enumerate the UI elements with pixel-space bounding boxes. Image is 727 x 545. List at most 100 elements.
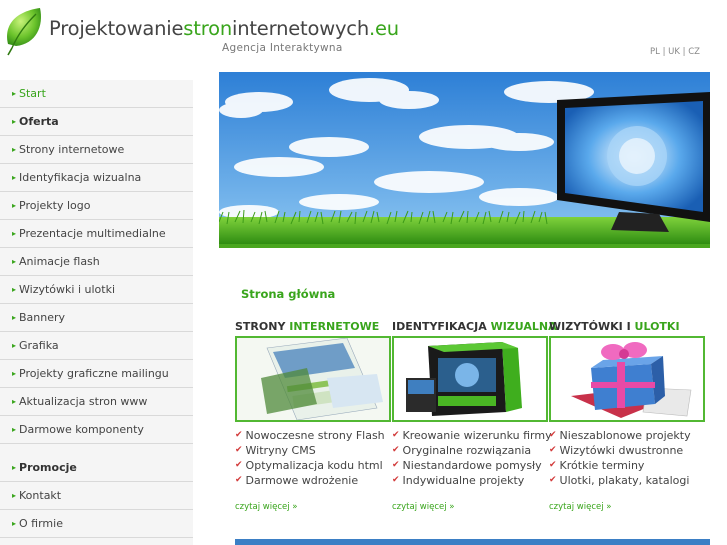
- list-item: ✔ Optymalizacja kodu html: [235, 458, 391, 473]
- checkmark-icon: ✔: [549, 475, 557, 485]
- sidebar-item-label: Oferta: [19, 115, 59, 128]
- triangle-bullet-icon: ▸: [12, 341, 17, 350]
- logo-part-4: .eu: [368, 17, 399, 40]
- sidebar-item-prezentacje-multimedialne[interactable]: ▸ Prezentacje multimedialne: [0, 220, 193, 248]
- sidebar-item-projekty-logo[interactable]: ▸ Projekty logo: [0, 192, 193, 220]
- list-item-text: Nowoczesne strony Flash: [245, 429, 385, 442]
- list-item: ✔ Oryginalne rozwiązania: [392, 443, 548, 458]
- checkmark-icon: ✔: [235, 460, 243, 470]
- list-item: ✔ Indywidualne projekty: [392, 473, 548, 488]
- list-item: ✔ Ulotki, plakaty, katalogi: [549, 473, 705, 488]
- triangle-bullet-icon: ▸: [12, 173, 17, 182]
- list-item: ✔ Nowoczesne strony Flash: [235, 428, 391, 443]
- triangle-bullet-icon: ▸: [12, 285, 17, 294]
- logo-part-3: internetowych: [231, 17, 369, 40]
- list-item-text: Niestandardowe pomysły: [402, 459, 542, 472]
- bottom-banner-strip: [235, 539, 710, 545]
- triangle-bullet-icon: ▸: [12, 491, 17, 500]
- page-title: Strona główna: [241, 287, 336, 301]
- sidebar-item-label: Projekty graficzne mailingu: [19, 367, 169, 380]
- sidebar-item-promocje[interactable]: ▸ Promocje: [0, 454, 193, 482]
- read-more-link[interactable]: czytaj więcej »: [235, 502, 297, 512]
- sidebar-item-label: Wizytówki i ulotki: [19, 283, 116, 296]
- read-more-link[interactable]: czytaj więcej »: [392, 502, 454, 512]
- sidebar-item-label: Darmowe komponenty: [19, 423, 144, 436]
- column-heading[interactable]: WIZYTÓWKI I ULOTKI: [549, 320, 705, 335]
- list-item: ✔ Krótkie terminy: [549, 458, 705, 473]
- sidebar-item-label: Aktualizacja stron www: [19, 395, 148, 408]
- sidebar-item-start[interactable]: ▸ Start: [0, 80, 193, 108]
- read-more-link[interactable]: czytaj więcej »: [549, 502, 611, 512]
- sidebar-item-kontakt[interactable]: ▸ Kontakt: [0, 482, 193, 510]
- checkmark-icon: ✔: [549, 430, 557, 440]
- triangle-bullet-icon: ▸: [12, 519, 17, 528]
- triangle-bullet-icon: ▸: [12, 229, 17, 238]
- heading-part-accent: ULOTKI: [634, 320, 680, 333]
- site-logo-text[interactable]: Projektowaniestroninternetowych.eu: [49, 17, 399, 40]
- triangle-bullet-icon: ▸: [12, 89, 17, 98]
- list-item-text: Krótkie terminy: [559, 459, 645, 472]
- list-item-text: Optymalizacja kodu html: [245, 459, 383, 472]
- heading-part: STRONY: [235, 320, 290, 333]
- list-item-text: Darmowe wdrożenie: [245, 474, 359, 487]
- logo-part-2: stron: [183, 17, 232, 40]
- list-item-text: Ulotki, plakaty, katalogi: [559, 474, 690, 487]
- list-item-text: Wizytówki dwustronne: [559, 444, 684, 457]
- sidebar-item-label: Promocje: [19, 461, 77, 474]
- list-item: ✔ Niestandardowe pomysły: [392, 458, 548, 473]
- column-heading[interactable]: STRONY INTERNETOWE: [235, 320, 391, 335]
- sidebar-item-o-firmie[interactable]: ▸ O firmie: [0, 510, 193, 538]
- sidebar-item-label: Start: [19, 87, 46, 100]
- column-strony-internetowe: STRONY INTERNETOWE ✔ Nowoczesne strony Fl…: [235, 320, 391, 488]
- sidebar-nav: ▸ Start ▸ Oferta ▸ Strony internetowe ▸ Iden…: [0, 80, 193, 545]
- sidebar-item-bannery[interactable]: ▸ Bannery: [0, 304, 193, 332]
- lang-separator: |: [659, 47, 669, 57]
- hero-banner: [219, 72, 710, 244]
- lang-uk[interactable]: UK: [668, 47, 680, 57]
- lang-cz[interactable]: CZ: [688, 47, 700, 57]
- list-item: ✔ Kreowanie wizerunku firmy: [392, 428, 552, 443]
- sidebar-item-grafika[interactable]: ▸ Grafika: [0, 332, 193, 360]
- checkmark-icon: ✔: [549, 460, 557, 470]
- list-item-text: Oryginalne rozwiązania: [402, 444, 532, 457]
- checkmark-icon: ✔: [392, 460, 400, 470]
- sidebar-item-strony-internetowe[interactable]: ▸ Strony internetowe: [0, 136, 193, 164]
- checkmark-icon: ✔: [392, 445, 400, 455]
- sidebar-item-label: Prezentacje multimedialne: [19, 227, 166, 240]
- checkmark-icon: ✔: [235, 445, 243, 455]
- heading-part: WIZYTÓWKI I: [549, 320, 635, 333]
- checkmark-icon: ✔: [549, 445, 557, 455]
- feature-list: ✔ Nieszablonowe projekty ✔ Wizytówki dwust…: [549, 428, 705, 488]
- sidebar-item-oferta[interactable]: ▸ Oferta: [0, 108, 193, 136]
- sidebar-item-wizytowki-i-ulotki[interactable]: ▸ Wizytówki i ulotki: [0, 276, 193, 304]
- sidebar-item-aktualizacja-stron-www[interactable]: ▸ Aktualizacja stron www: [0, 388, 193, 416]
- sidebar-item-darmowe-komponenty[interactable]: ▸ Darmowe komponenty: [0, 416, 193, 444]
- identity-box-image[interactable]: [392, 336, 548, 422]
- checkmark-icon: ✔: [392, 430, 400, 440]
- triangle-bullet-icon: ▸: [12, 145, 17, 154]
- sidebar-item-label: Bannery: [19, 311, 66, 324]
- lang-pl[interactable]: PL: [650, 47, 660, 57]
- sidebar-item-identyfikacja-wizualna[interactable]: ▸ Identyfikacja wizualna: [0, 164, 193, 192]
- feature-list: ✔ Nowoczesne strony Flash ✔ Witryny CMS ✔ O…: [235, 428, 391, 488]
- triangle-bullet-icon: ▸: [12, 463, 17, 472]
- leaf-icon[interactable]: [2, 4, 46, 56]
- website-preview-image[interactable]: [235, 336, 391, 422]
- column-identyfikacja-wizualna: IDENTYFIKACJA WIZUALNA ✔ Kreowanie wizeru…: [392, 320, 557, 488]
- triangle-bullet-icon: ▸: [12, 369, 17, 378]
- sidebar-item-label: Grafika: [19, 339, 59, 352]
- sidebar-item-projekty-graficzne-mailingu[interactable]: ▸ Projekty graficzne mailingu: [0, 360, 193, 388]
- checkmark-icon: ✔: [235, 475, 243, 485]
- sidebar-item-label: Kontakt: [19, 489, 62, 502]
- site-slogan: Agencja Interaktywna: [222, 42, 343, 54]
- heading-part-accent: WIZUALNA: [490, 320, 557, 333]
- list-item-text: Nieszablonowe projekty: [559, 429, 691, 442]
- sidebar-item-animacje-flash[interactable]: ▸ Animacje flash: [0, 248, 193, 276]
- gift-box-image[interactable]: [549, 336, 705, 422]
- sidebar-item-label: Identyfikacja wizualna: [19, 171, 142, 184]
- column-heading[interactable]: IDENTYFIKACJA WIZUALNA: [392, 320, 557, 335]
- list-item: ✔ Witryny CMS: [235, 443, 391, 458]
- list-item-text: Kreowanie wizerunku firmy: [402, 429, 552, 442]
- list-item: ✔ Darmowe wdrożenie: [235, 473, 391, 488]
